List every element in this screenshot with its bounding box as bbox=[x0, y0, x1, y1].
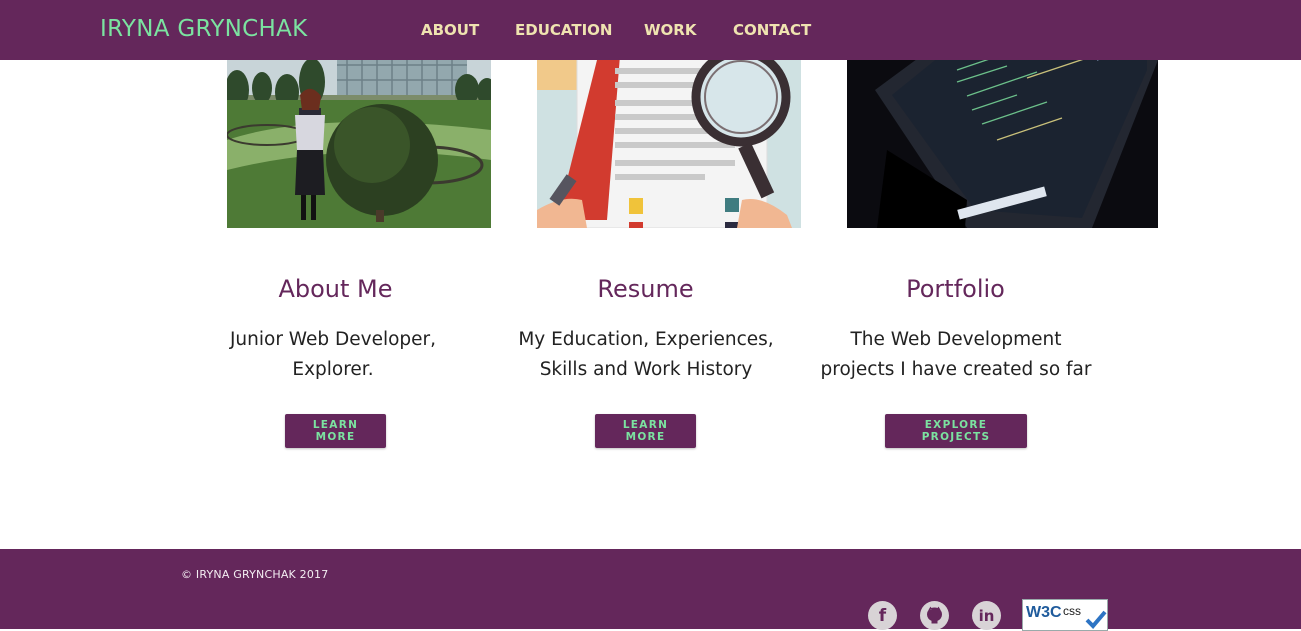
w3c-css-badge[interactable]: W3C css bbox=[1022, 599, 1108, 631]
github-icon[interactable] bbox=[920, 601, 949, 630]
resume-desc-line-1: My Education, Experiences, bbox=[518, 329, 774, 350]
nav-about[interactable]: ABOUT bbox=[421, 21, 479, 39]
w3c-css-label: css bbox=[1063, 604, 1081, 618]
resume-learn-more-button[interactable]: LEARN MORE bbox=[595, 414, 696, 448]
portfolio-desc-line-2: projects I have created so far bbox=[820, 359, 1092, 380]
resume-title: Resume bbox=[597, 275, 694, 303]
portfolio-title: Portfolio bbox=[906, 275, 1005, 303]
nav-work[interactable]: WORK bbox=[644, 21, 696, 39]
checkmark-icon bbox=[1085, 610, 1107, 629]
nav-contact[interactable]: CONTACT bbox=[733, 21, 811, 39]
portfolio-description: The Web Development projects I have crea… bbox=[810, 325, 1102, 385]
resume-description: My Education, Experiences, Skills and Wo… bbox=[505, 325, 787, 385]
top-navigation-bar: IRYNA GRYNCHAK ABOUT EDUCATION WORK CONT… bbox=[0, 0, 1301, 60]
about-desc-line-2: Explorer. bbox=[292, 359, 374, 380]
copyright-text: © IRYNA GRYNCHAK 2017 bbox=[181, 568, 329, 581]
about-desc-line-1: Junior Web Developer, bbox=[229, 329, 437, 350]
about-description: Junior Web Developer, Explorer. bbox=[213, 325, 453, 385]
linkedin-icon[interactable]: in bbox=[972, 601, 1001, 630]
brand-logo-link[interactable]: IRYNA GRYNCHAK bbox=[100, 16, 308, 42]
explore-projects-button[interactable]: EXPLORE PROJECTS bbox=[885, 414, 1027, 448]
portfolio-desc-line-1: The Web Development bbox=[850, 329, 1062, 350]
about-learn-more-button[interactable]: LEARN MORE bbox=[285, 414, 386, 448]
w3c-logo-text: W3C bbox=[1026, 604, 1062, 621]
about-title: About Me bbox=[278, 275, 393, 303]
nav-education[interactable]: EDUCATION bbox=[515, 21, 612, 39]
facebook-icon[interactable]: f bbox=[868, 601, 897, 630]
site-footer: © IRYNA GRYNCHAK 2017 f in W3C css bbox=[0, 549, 1301, 631]
resume-desc-line-2: Skills and Work History bbox=[539, 359, 753, 380]
